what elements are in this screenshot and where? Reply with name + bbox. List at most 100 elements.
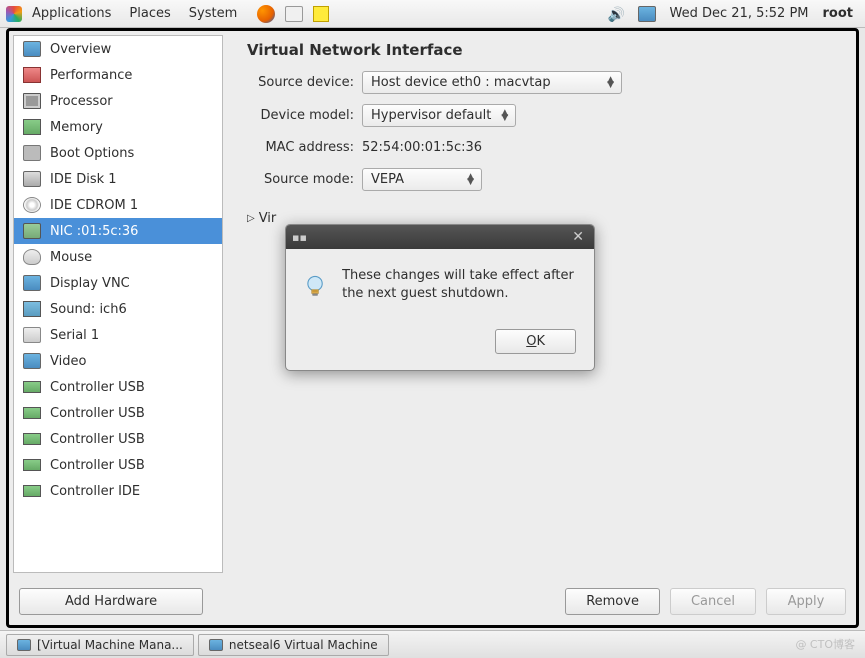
sound-icon xyxy=(22,300,42,318)
sidebar-item-sound[interactable]: Sound: ich6 xyxy=(14,296,222,322)
row-source-mode: Source mode: VEPA ▲▼ xyxy=(247,168,836,191)
sidebar-item-label: Controller USB xyxy=(50,380,145,395)
notes-icon[interactable] xyxy=(313,6,329,22)
cdrom-icon xyxy=(22,196,42,214)
sidebar-item-label: Controller USB xyxy=(50,458,145,473)
applications-menu[interactable]: Applications xyxy=(24,3,119,24)
sidebar-item-label: Controller USB xyxy=(50,432,145,447)
overview-icon xyxy=(22,40,42,58)
source-mode-combo[interactable]: VEPA ▲▼ xyxy=(362,168,482,191)
source-device-value: Host device eth0 : macvtap xyxy=(371,75,551,90)
device-model-label: Device model: xyxy=(247,108,362,123)
dialog-body: These changes will take effect after the… xyxy=(286,249,594,319)
sidebar-item-label: NIC :01:5c:36 xyxy=(50,224,138,239)
sidebar-item-label: Overview xyxy=(50,42,111,57)
sidebar-item-overview[interactable]: Overview xyxy=(14,36,222,62)
device-model-value: Hypervisor default xyxy=(371,108,491,123)
task-label: [Virtual Machine Mana... xyxy=(37,638,183,652)
sidebar-item-label: Performance xyxy=(50,68,132,83)
mac-value: 52:54:00:01:5c:36 xyxy=(362,137,482,158)
source-mode-value: VEPA xyxy=(371,172,404,187)
user-menu[interactable]: root xyxy=(823,6,860,21)
nic-icon xyxy=(22,222,42,240)
mail-icon[interactable] xyxy=(285,6,303,22)
clock[interactable]: Wed Dec 21, 5:52 PM xyxy=(670,6,809,21)
apply-button: Apply xyxy=(766,588,846,615)
video-icon xyxy=(22,352,42,370)
sidebar-item-ide-disk[interactable]: IDE Disk 1 xyxy=(14,166,222,192)
sidebar-item-video[interactable]: Video xyxy=(14,348,222,374)
remove-button[interactable]: Remove xyxy=(565,588,660,615)
sidebar-item-label: Boot Options xyxy=(50,146,134,161)
sidebar-item-serial[interactable]: Serial 1 xyxy=(14,322,222,348)
sidebar-item-controller-usb-2[interactable]: Controller USB xyxy=(14,400,222,426)
dialog-title-icon: ▪▪ xyxy=(292,231,307,244)
sidebar-item-mouse[interactable]: Mouse xyxy=(14,244,222,270)
row-mac: MAC address: 52:54:00:01:5c:36 xyxy=(247,137,836,158)
system-menu-icon xyxy=(6,6,22,22)
sidebar-item-label: Mouse xyxy=(50,250,92,265)
cancel-button: Cancel xyxy=(670,588,756,615)
dialog-close-button[interactable]: ✕ xyxy=(568,229,588,245)
system-menu[interactable]: System xyxy=(181,3,245,24)
network-panel-icon[interactable] xyxy=(638,6,656,22)
bottom-bar: Add Hardware Remove Cancel Apply xyxy=(9,577,856,625)
performance-icon xyxy=(22,66,42,84)
panel-left: Applications Places System xyxy=(6,3,329,24)
sidebar-item-label: Serial 1 xyxy=(50,328,99,343)
sidebar-item-controller-usb-3[interactable]: Controller USB xyxy=(14,426,222,452)
spacer xyxy=(213,588,555,615)
row-device-model: Device model: Hypervisor default ▲▼ xyxy=(247,104,836,127)
boot-icon xyxy=(22,144,42,162)
window-icon xyxy=(17,639,31,651)
sidebar-item-label: Sound: ich6 xyxy=(50,302,127,317)
places-menu[interactable]: Places xyxy=(121,3,178,24)
hardware-sidebar: Overview Performance Processor Memory Bo… xyxy=(13,35,223,573)
sidebar-item-label: Display VNC xyxy=(50,276,130,291)
combo-arrows-icon: ▲▼ xyxy=(607,78,613,88)
volume-icon[interactable]: 🔊 xyxy=(608,7,624,21)
combo-arrows-icon: ▲▼ xyxy=(467,175,473,185)
sidebar-item-controller-usb-4[interactable]: Controller USB xyxy=(14,452,222,478)
sidebar-item-label: IDE CDROM 1 xyxy=(50,198,138,213)
firefox-icon[interactable] xyxy=(257,5,275,23)
device-model-combo[interactable]: Hypervisor default ▲▼ xyxy=(362,104,516,127)
taskbar-item-vmm[interactable]: [Virtual Machine Mana... xyxy=(6,634,194,656)
display-icon xyxy=(22,274,42,292)
usb-icon xyxy=(22,430,42,448)
sidebar-item-memory[interactable]: Memory xyxy=(14,114,222,140)
row-source-device: Source device: Host device eth0 : macvta… xyxy=(247,71,836,94)
sidebar-item-label: Memory xyxy=(50,120,103,135)
sidebar-item-label: Controller USB xyxy=(50,406,145,421)
memory-icon xyxy=(22,118,42,136)
window-icon xyxy=(209,639,223,651)
sidebar-item-controller-ide[interactable]: Controller IDE xyxy=(14,478,222,504)
taskbar: [Virtual Machine Mana... netseal6 Virtua… xyxy=(0,630,865,658)
usb-icon xyxy=(22,404,42,422)
disk-icon xyxy=(22,170,42,188)
sidebar-item-label: Video xyxy=(50,354,86,369)
sidebar-item-display[interactable]: Display VNC xyxy=(14,270,222,296)
sidebar-item-label: Processor xyxy=(50,94,113,109)
taskbar-item-vm[interactable]: netseal6 Virtual Machine xyxy=(198,634,389,656)
sidebar-item-controller-usb-1[interactable]: Controller USB xyxy=(14,374,222,400)
dialog-titlebar[interactable]: ▪▪ ✕ xyxy=(286,225,594,249)
sidebar-item-nic[interactable]: NIC :01:5c:36 xyxy=(14,218,222,244)
dialog-message: These changes will take effect after the… xyxy=(342,267,576,302)
source-device-combo[interactable]: Host device eth0 : macvtap ▲▼ xyxy=(362,71,622,94)
serial-icon xyxy=(22,326,42,344)
info-dialog: ▪▪ ✕ These changes will take effect afte… xyxy=(285,224,595,371)
sidebar-item-ide-cdrom[interactable]: IDE CDROM 1 xyxy=(14,192,222,218)
source-mode-label: Source mode: xyxy=(247,172,362,187)
panel-right: 🔊 Wed Dec 21, 5:52 PM root xyxy=(608,6,859,22)
add-hardware-button[interactable]: Add Hardware xyxy=(19,588,203,615)
top-panel: Applications Places System 🔊 Wed Dec 21,… xyxy=(0,0,865,28)
expander-label: Vir xyxy=(259,211,277,226)
sidebar-item-processor[interactable]: Processor xyxy=(14,88,222,114)
sidebar-item-boot[interactable]: Boot Options xyxy=(14,140,222,166)
combo-arrows-icon: ▲▼ xyxy=(501,111,507,121)
expander-triangle-icon: ▷ xyxy=(247,213,255,224)
sidebar-item-performance[interactable]: Performance xyxy=(14,62,222,88)
ok-button[interactable]: OK xyxy=(495,329,576,354)
launcher-icons xyxy=(257,5,329,23)
